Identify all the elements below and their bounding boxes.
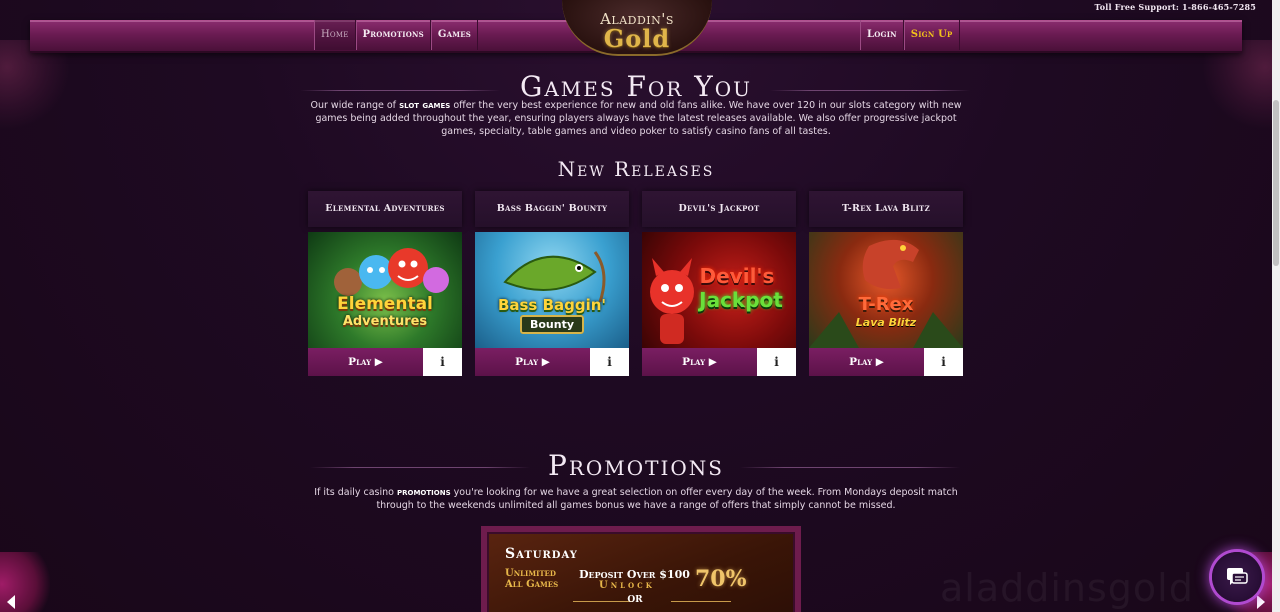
games-intro: Our wide range of slot games offer the v… xyxy=(300,99,972,138)
game-thumbnail[interactable]: T-Rex Lava Blitz xyxy=(809,232,963,348)
signup-link[interactable]: Sign Up xyxy=(903,20,960,50)
games-intro-text: Our wide range of xyxy=(310,100,400,111)
watermark: aladdinsgold xyxy=(940,566,1194,610)
promotions-intro: If its daily casino promotions you're lo… xyxy=(300,486,972,512)
game-name: Devil's Jackpot xyxy=(642,191,796,227)
game-art-subtitle: Lava Blitz xyxy=(855,316,917,329)
nav-promotions[interactable]: Promotions xyxy=(355,20,431,50)
promotions-title: Promotions xyxy=(547,449,724,482)
account-nav: Login Sign Up xyxy=(860,20,960,50)
promo-or: OR xyxy=(627,595,643,605)
game-card: Elemental Adventures Elemental Adventure… xyxy=(308,191,462,377)
game-name: Bass Baggin' Bounty xyxy=(475,191,629,227)
game-art-subtitle: Jackpot xyxy=(699,288,783,312)
promotions-intro-text: If its daily casino xyxy=(314,487,397,498)
game-art-subtitle: Adventures xyxy=(342,314,428,329)
nav-home[interactable]: Home xyxy=(314,20,356,50)
login-link[interactable]: Login xyxy=(860,20,904,50)
promo-card[interactable]: Saturday Unlimited All Games Deposit Over… xyxy=(481,526,801,612)
play-button[interactable]: Play ▶ xyxy=(475,348,590,376)
site-header: Toll Free Support: 1-866-465-7285 Home P… xyxy=(0,0,1272,56)
promo-percent: 70% xyxy=(695,566,747,592)
promo-day: Saturday xyxy=(505,546,578,562)
logo-text-bottom: Gold xyxy=(603,24,671,53)
left-arrow-icon[interactable] xyxy=(4,592,18,612)
promo-offer-a-line: All Games xyxy=(505,579,559,590)
chat-icon xyxy=(1227,568,1248,585)
promo-offer-a: Unlimited All Games xyxy=(505,568,558,590)
game-thumbnail[interactable]: Bass Baggin' Bounty xyxy=(475,232,629,348)
game-card: Devil's Jackpot Devil's Jackpot Play ▶ i xyxy=(642,191,796,377)
bounty-badge: Bounty xyxy=(519,315,585,334)
play-label: Play xyxy=(682,356,706,368)
main-nav: Home Promotions Games xyxy=(314,20,478,50)
site-logo[interactable]: Aladdin's Gold xyxy=(562,0,712,58)
right-arrow-icon[interactable] xyxy=(1254,592,1268,612)
chat-button[interactable] xyxy=(1212,552,1262,602)
games-intro-bold: slot games xyxy=(399,100,451,111)
nav-games[interactable]: Games xyxy=(430,20,478,50)
game-name: T-Rex Lava Blitz xyxy=(809,191,963,227)
page: Toll Free Support: 1-866-465-7285 Home P… xyxy=(0,0,1272,612)
t-rex-icon xyxy=(809,239,963,348)
game-art-title: Devil's xyxy=(699,264,775,288)
play-label: Play xyxy=(515,356,539,368)
game-card: T-Rex Lava Blitz T-Rex Lava Blitz Play ▶… xyxy=(809,191,963,377)
play-triangle-icon: ▶ xyxy=(541,356,550,368)
game-name: Elemental Adventures xyxy=(308,191,462,227)
game-card: Bass Baggin' Bounty Bass Baggin' Bounty … xyxy=(475,191,629,377)
promotions-intro-bold: promotions xyxy=(397,487,451,498)
support-phone[interactable]: Toll Free Support: 1-866-465-7285 xyxy=(1094,2,1256,12)
play-button[interactable]: Play ▶ xyxy=(642,348,757,376)
play-label: Play xyxy=(849,356,873,368)
play-button[interactable]: Play ▶ xyxy=(809,348,924,376)
promo-unlock: Unlock xyxy=(599,580,655,591)
scrollbar-thumb[interactable] xyxy=(1273,100,1279,266)
promo-offer-a-line: Unlimited xyxy=(505,568,556,579)
play-label: Play xyxy=(348,356,372,368)
play-triangle-icon: ▶ xyxy=(875,356,884,368)
promotions-intro-text: you're looking for we have a great selec… xyxy=(376,487,958,511)
info-button[interactable]: i xyxy=(757,348,796,376)
new-releases-title: New Releases xyxy=(557,157,715,181)
game-art-subtitle: Bounty xyxy=(475,315,629,334)
game-thumbnail[interactable]: Devil's Jackpot xyxy=(642,232,796,348)
elemental-creatures-icon xyxy=(334,248,449,296)
play-triangle-icon: ▶ xyxy=(708,356,717,368)
info-button[interactable]: i xyxy=(590,348,629,376)
game-art-title: Bass Baggin' xyxy=(497,296,607,314)
info-button[interactable]: i xyxy=(423,348,462,376)
info-button[interactable]: i xyxy=(924,348,963,376)
scrollbar[interactable] xyxy=(1272,0,1280,612)
play-button[interactable]: Play ▶ xyxy=(308,348,423,376)
game-thumbnail[interactable]: Elemental Adventures xyxy=(308,232,462,348)
play-triangle-icon: ▶ xyxy=(374,356,383,368)
game-art-title: Elemental xyxy=(337,294,433,314)
game-art-title: T-Rex xyxy=(858,294,914,315)
